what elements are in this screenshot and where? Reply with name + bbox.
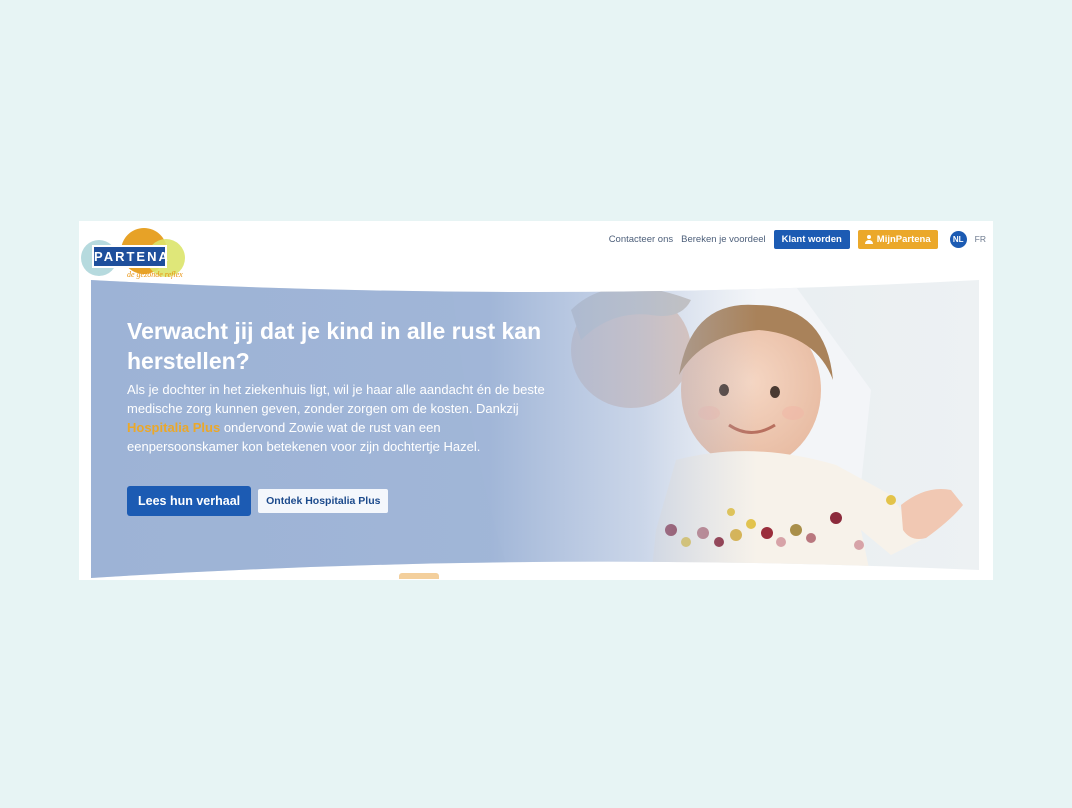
section-heading-partial	[399, 573, 439, 579]
calculate-advantage-link[interactable]: Bereken je voordeel	[681, 234, 766, 245]
hero-text: Verwacht jij dat je kind in alle rust ka…	[127, 316, 567, 456]
hero-title: Verwacht jij dat je kind in alle rust ka…	[127, 318, 542, 374]
hero-description: Als je dochter in het ziekenhuis ligt, w…	[127, 380, 547, 456]
user-icon	[864, 234, 873, 244]
logo-tagline: de gezonde reflex	[127, 270, 183, 279]
top-navigation: Contacteer ons Bereken je voordeel Klant…	[609, 228, 986, 250]
language-nl-button[interactable]: NL	[949, 230, 967, 248]
language-fr-link[interactable]: FR	[975, 234, 986, 244]
partena-logo[interactable]: PARTENA de gezonde reflex	[81, 226, 193, 284]
hospitalia-plus-link[interactable]: Hospitalia Plus	[127, 420, 220, 435]
read-story-button[interactable]: Lees hun verhaal	[127, 486, 252, 516]
discover-hospitalia-button[interactable]: Ontdek Hospitalia Plus	[258, 489, 389, 513]
my-partena-button[interactable]: MijnPartena	[857, 229, 938, 249]
logo-wordmark: PARTENA	[92, 245, 168, 268]
website-screenshot: PARTENA de gezonde reflex Contacteer ons…	[79, 221, 993, 580]
hero-actions: Lees hun verhaal Ontdek Hospitalia Plus	[127, 486, 389, 516]
my-partena-label: MijnPartena	[876, 233, 931, 245]
contact-link[interactable]: Contacteer ons	[609, 234, 673, 245]
become-client-button[interactable]: Klant worden	[773, 229, 850, 249]
hero-banner: Verwacht jij dat je kind in alle rust ka…	[91, 280, 979, 578]
hero-description-part1: Als je dochter in het ziekenhuis ligt, w…	[127, 382, 545, 416]
